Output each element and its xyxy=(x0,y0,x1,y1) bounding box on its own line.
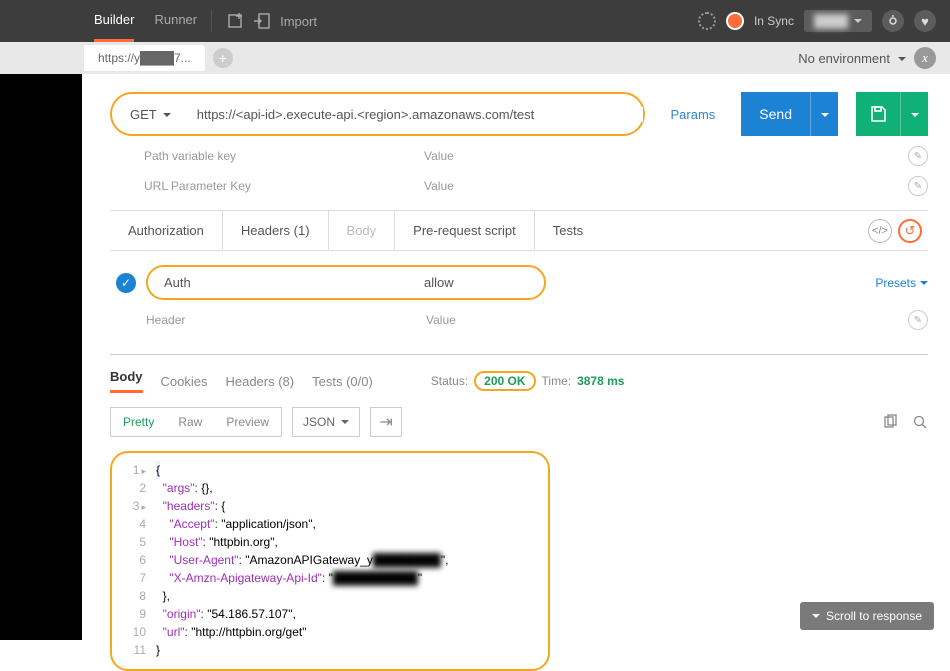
status-label: Status: xyxy=(431,374,468,388)
section-divider xyxy=(110,354,928,355)
request-tab-bar: https://y████7... + No environment x xyxy=(0,42,950,74)
header-row-highlight: Auth allow xyxy=(146,265,546,300)
heart-icon[interactable]: ♥ xyxy=(914,10,936,32)
send-button[interactable]: Send xyxy=(741,92,810,136)
header-value[interactable]: allow xyxy=(424,275,454,290)
save-dropdown[interactable] xyxy=(900,92,928,136)
add-tab-button[interactable]: + xyxy=(213,48,233,68)
tab-authorization[interactable]: Authorization xyxy=(110,211,223,250)
view-preview[interactable]: Preview xyxy=(214,408,281,436)
sync-label: In Sync xyxy=(754,14,794,28)
runner-tab[interactable]: Runner xyxy=(154,0,197,42)
import-icon[interactable] xyxy=(252,11,272,31)
edit-icon[interactable]: ✎ xyxy=(908,146,928,166)
url-param-key-placeholder[interactable]: URL Parameter Key xyxy=(144,179,424,193)
response-body: 1{2 "args": {},3 "headers": {4 "Accept":… xyxy=(110,451,550,671)
code-snippet-icon[interactable]: </> xyxy=(868,219,892,243)
presets-link[interactable]: Presets xyxy=(875,276,928,290)
response-tab-tests[interactable]: Tests (0/0) xyxy=(312,374,373,389)
header-value-placeholder[interactable]: Value xyxy=(426,313,908,327)
edit-icon[interactable]: ✎ xyxy=(908,310,928,330)
request-bar: GET xyxy=(110,92,645,136)
http-method-selector[interactable]: GET xyxy=(112,107,189,122)
user-menu[interactable]: ████ xyxy=(804,10,872,32)
tab-prerequest[interactable]: Pre-request script xyxy=(395,211,535,250)
new-window-icon[interactable] xyxy=(226,11,246,31)
send-dropdown[interactable] xyxy=(810,92,838,136)
url-input[interactable] xyxy=(189,107,643,122)
left-sidebar-strip xyxy=(0,0,82,640)
tab-tests[interactable]: Tests xyxy=(535,211,601,250)
view-pretty[interactable]: Pretty xyxy=(111,408,166,436)
sync-dot-icon xyxy=(726,12,744,30)
response-tab-headers[interactable]: Headers (8) xyxy=(225,374,294,389)
status-badge: 200 OK xyxy=(474,371,535,391)
tab-headers[interactable]: Headers (1) xyxy=(223,211,329,250)
header-key[interactable]: Auth xyxy=(164,275,424,290)
response-tab-cookies[interactable]: Cookies xyxy=(161,374,208,389)
env-quicklook-icon[interactable]: x xyxy=(914,47,936,69)
request-tab[interactable]: https://y████7... xyxy=(84,45,205,71)
time-label: Time: xyxy=(542,374,572,388)
header-key-placeholder[interactable]: Header xyxy=(146,313,426,327)
reset-icon[interactable]: ↺ xyxy=(898,219,922,243)
copy-icon[interactable] xyxy=(882,414,898,430)
save-button[interactable] xyxy=(856,92,900,136)
path-var-key-placeholder[interactable]: Path variable key xyxy=(144,149,424,163)
view-raw[interactable]: Raw xyxy=(166,408,214,436)
chevron-down-icon xyxy=(898,51,906,66)
top-bar: Builder Runner Import In Sync ████ ♥ xyxy=(0,0,950,42)
tab-body[interactable]: Body xyxy=(329,211,396,250)
import-label[interactable]: Import xyxy=(280,14,317,29)
builder-tab[interactable]: Builder xyxy=(94,0,134,42)
format-selector[interactable]: JSON xyxy=(292,407,360,437)
url-param-value-placeholder[interactable]: Value xyxy=(424,179,908,193)
request-subtabs: Authorization Headers (1) Body Pre-reque… xyxy=(110,210,928,251)
params-button[interactable]: Params xyxy=(657,107,730,122)
settings-icon[interactable] xyxy=(882,10,904,32)
response-tab-body[interactable]: Body xyxy=(110,369,143,393)
time-value: 3878 ms xyxy=(577,374,624,388)
header-enabled-check[interactable]: ✓ xyxy=(116,273,136,293)
topbar-divider xyxy=(211,10,212,32)
environment-selector[interactable]: No environment xyxy=(798,51,890,66)
path-var-value-placeholder[interactable]: Value xyxy=(424,149,908,163)
edit-icon[interactable]: ✎ xyxy=(908,176,928,196)
wrap-lines-icon[interactable]: ⇥ xyxy=(370,407,402,437)
sync-status-icon xyxy=(698,12,716,30)
search-icon[interactable] xyxy=(912,414,928,430)
